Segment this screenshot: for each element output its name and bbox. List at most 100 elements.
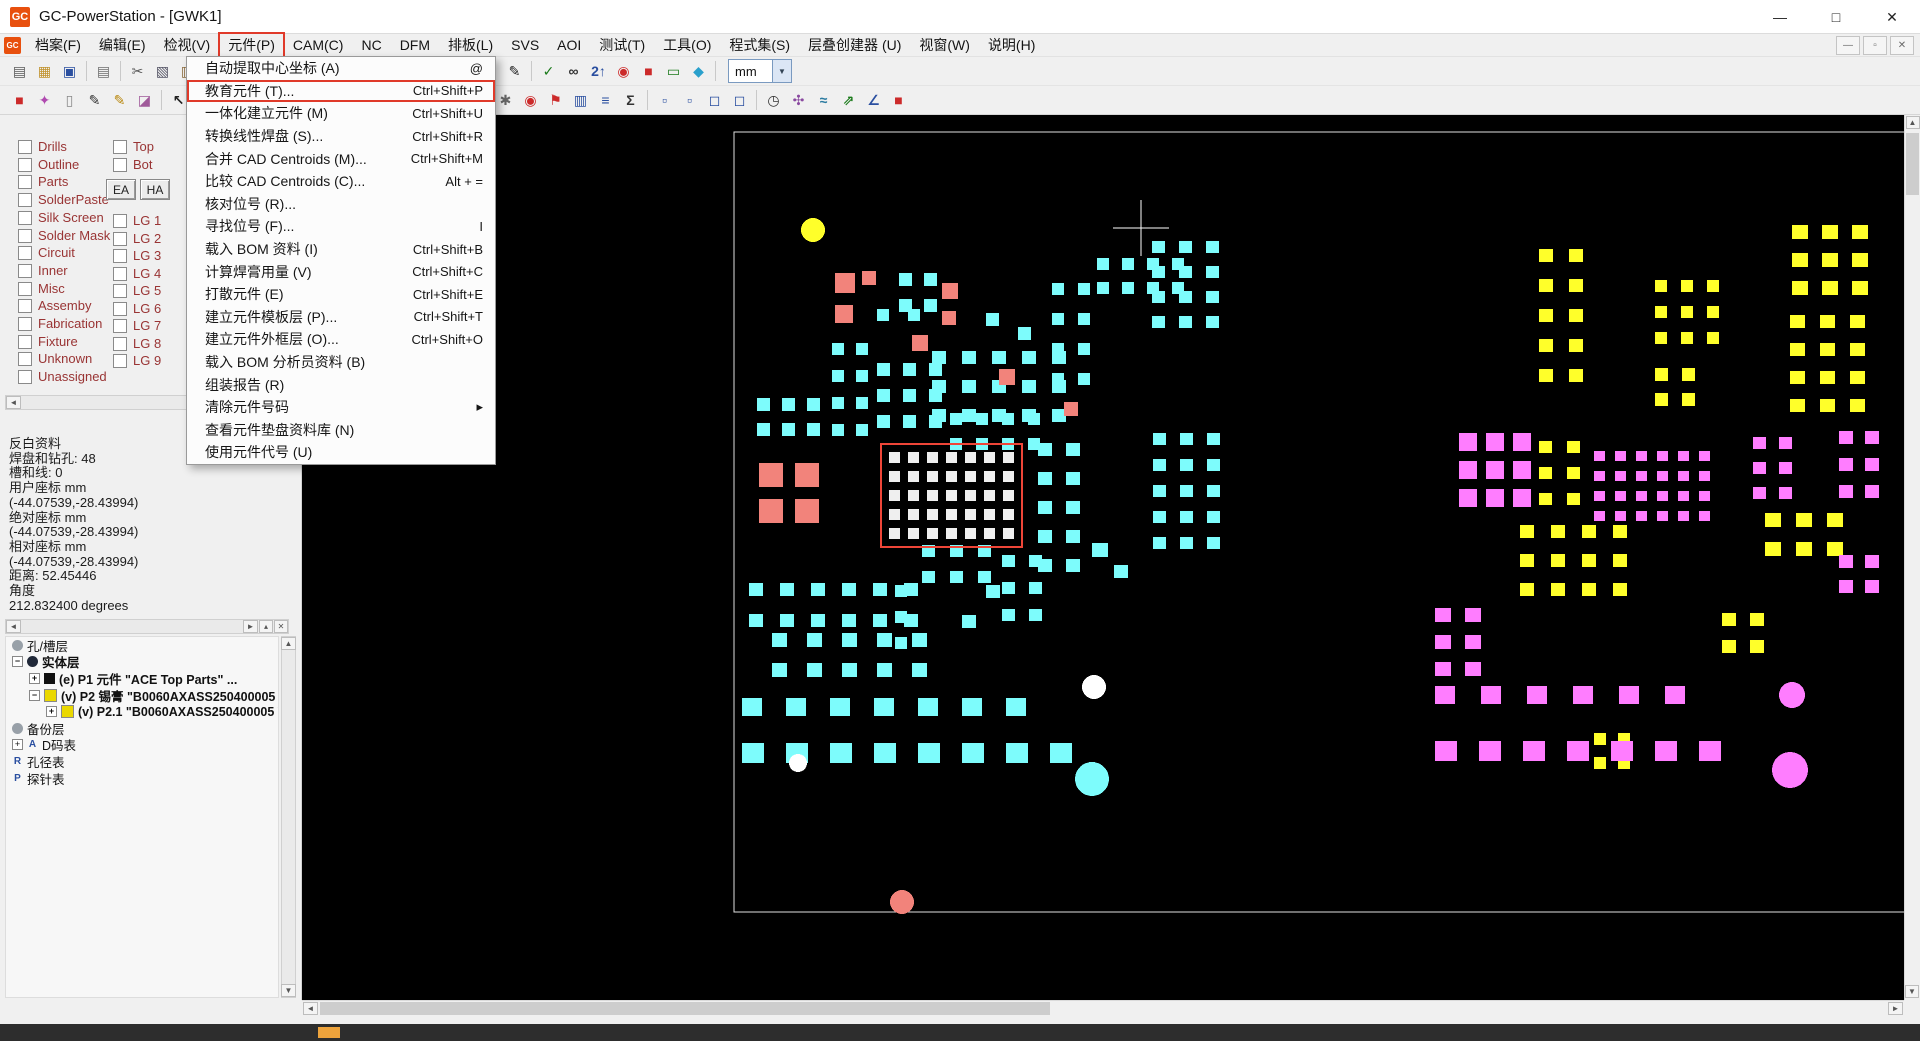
menu-item-convert-linear-pads[interactable]: 转换线性焊盘 (S)...Ctrl+Shift+R <box>187 125 495 148</box>
sum-icon[interactable]: Σ <box>619 89 642 112</box>
flag-icon[interactable]: ⚑ <box>544 89 567 112</box>
lg-checkbox-9[interactable] <box>113 354 127 368</box>
layer-checkbox-solderpaste[interactable] <box>18 193 32 207</box>
stats-icon[interactable]: ≈ <box>812 89 835 112</box>
menubar-item-edit[interactable]: 编辑(E) <box>90 33 155 57</box>
maximize-button[interactable]: □ <box>1808 0 1864 34</box>
menu-item-explode-component[interactable]: 打散元件 (E)Ctrl+Shift+E <box>187 283 495 306</box>
menubar-item-panelize[interactable]: 排板(L) <box>439 33 502 57</box>
menu-item-assembly-report[interactable]: 组装报告 (R) <box>187 373 495 396</box>
layer-checkbox-fixture[interactable] <box>18 335 32 349</box>
mdi-minimize-button[interactable]: — <box>1836 36 1860 55</box>
menubar-item-test[interactable]: 测试(T) <box>590 33 654 57</box>
layer-checkbox-misc[interactable] <box>18 282 32 296</box>
chart-icon[interactable]: ▥ <box>569 89 592 112</box>
menu-item-find-refdes[interactable]: 寻找位号 (F)...I <box>187 215 495 238</box>
layer-checkbox-drills[interactable] <box>18 140 32 154</box>
layer-checkbox-inner[interactable] <box>18 264 32 278</box>
menubar-item-programs[interactable]: 程式集(S) <box>720 33 799 57</box>
tree-pin-icon[interactable]: ▴ <box>259 620 273 633</box>
save-icon[interactable]: ▣ <box>58 60 81 83</box>
canvas-scroll-left-icon[interactable]: ◄ <box>303 1002 318 1015</box>
tree-item[interactable]: +(v) P2.1 "B0060AXASS250400005 V" <box>6 703 278 720</box>
pcb-canvas[interactable]: S英’,⌨❖▦ <box>302 115 1904 1000</box>
tree-item[interactable]: P探针表 <box>6 770 278 787</box>
red-stop-icon[interactable]: ■ <box>8 89 31 112</box>
side-checkbox-top[interactable] <box>113 140 127 154</box>
layer-checkbox-circuit[interactable] <box>18 246 32 260</box>
menubar-item-component[interactable]: 元件(P) <box>219 33 284 57</box>
layer-checkbox-silk-screen[interactable] <box>18 211 32 225</box>
final-red-icon[interactable]: ■ <box>887 89 910 112</box>
menu-item-load-bom[interactable]: 载入 BOM 资料 (I)Ctrl+Shift+B <box>187 238 495 261</box>
green-frame-icon[interactable]: ▭ <box>662 60 685 83</box>
menubar-item-tools[interactable]: 工具(O) <box>654 33 720 57</box>
minimize-button[interactable]: — <box>1752 0 1808 34</box>
menu-item-use-component-id[interactable]: 使用元件代号 (U) <box>187 441 495 464</box>
menubar-item-file[interactable]: 档案(F) <box>26 33 90 57</box>
lg-checkbox-7[interactable] <box>113 319 127 333</box>
magenta-tool-icon[interactable]: ✦ <box>33 89 56 112</box>
copy-icon[interactable]: ▧ <box>151 60 174 83</box>
tree-close-icon[interactable]: ✕ <box>274 620 288 633</box>
menu-item-calc-solder-paste[interactable]: 计算焊膏用量 (V)Ctrl+Shift+C <box>187 260 495 283</box>
menubar-item-view[interactable]: 检视(V) <box>155 33 220 57</box>
clock-icon[interactable]: ◷ <box>762 89 785 112</box>
menu-item-merge-cad-centroids[interactable]: 合并 CAD Centroids (M)...Ctrl+Shift+M <box>187 147 495 170</box>
tree-item[interactable]: 孔/槽层 <box>6 637 278 654</box>
menubar-item-svs[interactable]: SVS <box>502 35 548 55</box>
lg-checkbox-5[interactable] <box>113 284 127 298</box>
menubar-item-stackup-builder[interactable]: 层叠创建器 (U) <box>799 33 910 57</box>
tree-item[interactable]: +AD码表 <box>6 737 278 754</box>
close-button[interactable]: ✕ <box>1864 0 1920 34</box>
canvas-scroll-up-icon[interactable]: ▲ <box>1906 116 1920 129</box>
layer-checkbox-solder-mask[interactable] <box>18 229 32 243</box>
expand-icon[interactable]: + <box>46 706 57 717</box>
tree-scroll-up-icon[interactable]: ▲ <box>281 637 296 650</box>
collapse-icon[interactable]: − <box>12 656 23 667</box>
menu-item-check-refdes[interactable]: 核对位号 (R)... <box>187 193 495 216</box>
scroll-left-icon[interactable]: ◄ <box>6 396 21 409</box>
mdi-close-button[interactable]: ✕ <box>1890 36 1914 55</box>
unit-dropdown[interactable]: mm ▼ <box>728 59 792 83</box>
expand-icon[interactable]: + <box>29 673 40 684</box>
lg-checkbox-1[interactable] <box>113 214 127 228</box>
ea-button[interactable]: EA <box>106 179 136 200</box>
menu-item-auto-extract-centroid[interactable]: 自动提取中心坐标 (A)@ <box>187 57 495 80</box>
cut-icon[interactable]: ✂ <box>126 60 149 83</box>
canvas-vscroll-thumb[interactable] <box>1906 133 1919 195</box>
eraser-icon[interactable]: ◪ <box>133 89 156 112</box>
menu-item-load-bom-analyst[interactable]: 载入 BOM 分析员资料 (B) <box>187 351 495 374</box>
canvas-hscrollbar[interactable]: ◄ ► <box>302 1000 1904 1016</box>
layer-checkbox-unknown[interactable] <box>18 352 32 366</box>
menu-item-create-component-template-layer[interactable]: 建立元件模板层 (P)...Ctrl+Shift+T <box>187 306 495 329</box>
unit-dropdown-arrow-icon[interactable]: ▼ <box>772 60 791 82</box>
tree-item[interactable]: R孔径表 <box>6 753 278 770</box>
pin-red-icon[interactable]: ◉ <box>519 89 542 112</box>
menu-item-view-component-pad-library[interactable]: 查看元件垫盘资料库 (N) <box>187 419 495 442</box>
tree-item[interactable]: 备份层 <box>6 720 278 737</box>
menubar-item-nc[interactable]: NC <box>352 35 390 55</box>
mdi-restore-button[interactable]: ▫ <box>1863 36 1887 55</box>
tree-item[interactable]: −实体层 <box>6 654 278 671</box>
inspect-glasses-icon[interactable]: ∞ <box>562 60 585 83</box>
doc-white-icon[interactable]: ▯ <box>58 89 81 112</box>
tree-vscrollbar[interactable]: ▲ ▼ <box>281 636 296 998</box>
menubar-item-help[interactable]: 说明(H) <box>979 33 1044 57</box>
layer-checkbox-assemby[interactable] <box>18 299 32 313</box>
tree-scroll-down-icon[interactable]: ▼ <box>281 984 296 997</box>
menubar-item-dfm[interactable]: DFM <box>391 35 439 55</box>
canvas-scroll-down-icon[interactable]: ▼ <box>1905 985 1919 998</box>
lg-checkbox-4[interactable] <box>113 267 127 281</box>
menubar-item-window[interactable]: 视窗(W) <box>910 33 979 57</box>
menubar-item-cam[interactable]: CAM(C) <box>284 35 353 55</box>
select-rect-3-icon[interactable]: ◻ <box>703 89 726 112</box>
menu-item-clear-component-numbers[interactable]: 清除元件号码▸ <box>187 396 495 419</box>
layer-checkbox-parts[interactable] <box>18 175 32 189</box>
menu-item-create-component-outline-layer[interactable]: 建立元件外框层 (O)...Ctrl+Shift+O <box>187 328 495 351</box>
taskbar-app-icon[interactable] <box>318 1027 340 1038</box>
canvas-vscrollbar[interactable]: ▲ ▼ <box>1904 115 1920 1000</box>
menu-item-unified-create-component[interactable]: 一体化建立元件 (M)Ctrl+Shift+U <box>187 102 495 125</box>
collapse-icon[interactable]: − <box>29 690 40 701</box>
menu-item-compare-cad-centroids[interactable]: 比较 CAD Centroids (C)...Alt + = <box>187 170 495 193</box>
